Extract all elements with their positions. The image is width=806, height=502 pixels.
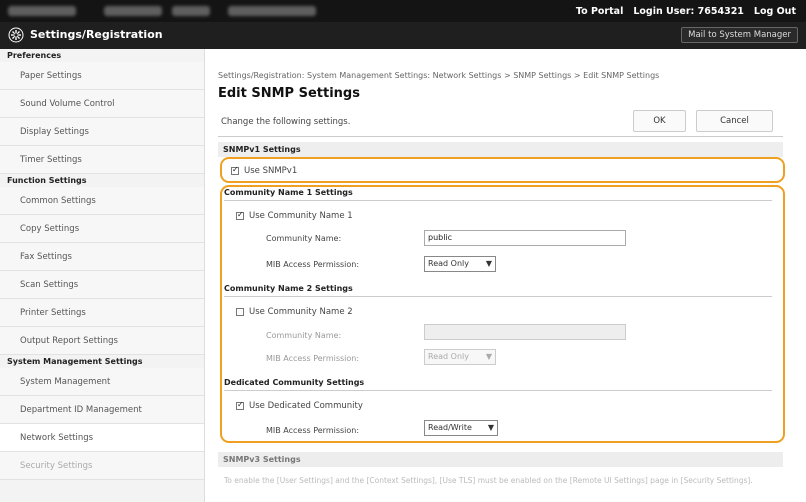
to-portal-link[interactable]: To Portal: [576, 6, 623, 17]
redacted-device-info: [228, 6, 316, 16]
snmpv3-section-header: SNMPv3 Settings: [218, 452, 783, 467]
divider: [218, 136, 783, 137]
sidebar-item-display-settings[interactable]: Display Settings: [0, 118, 204, 146]
sidebar-item-copy-settings[interactable]: Copy Settings: [0, 215, 204, 243]
ok-button[interactable]: OK: [633, 110, 686, 132]
highlight-frame-community-settings: [220, 185, 785, 443]
sidebar-header-system-management-settings: System Management Settings: [0, 355, 204, 368]
sidebar-item-fax-settings[interactable]: Fax Settings: [0, 243, 204, 271]
page-header-title: Settings/Registration: [30, 28, 163, 41]
snmpv3-note: To enable the [User Settings] and the [C…: [224, 476, 753, 485]
instructions-text: Change the following settings.: [221, 117, 351, 127]
sidebar-item-paper-settings[interactable]: Paper Settings: [0, 62, 204, 90]
sidebar-item-security-settings[interactable]: Security Settings: [0, 452, 204, 480]
highlight-frame-snmpv1: [220, 157, 785, 183]
settings-gear-icon: [8, 27, 24, 43]
sidebar-item-system-management[interactable]: System Management: [0, 368, 204, 396]
title-bar: Settings/Registration Mail to System Man…: [0, 22, 806, 49]
sidebar-item-network-settings[interactable]: Network Settings: [0, 424, 204, 452]
redacted-device-info: [104, 6, 162, 16]
sidebar-item-department-id-management[interactable]: Department ID Management: [0, 396, 204, 424]
login-user-label: Login User: 7654321: [633, 5, 744, 17]
sidebar-item-scan-settings[interactable]: Scan Settings: [0, 271, 204, 299]
logout-link[interactable]: Log Out: [754, 6, 796, 17]
redacted-device-info: [172, 6, 210, 16]
page-title: Edit SNMP Settings: [218, 86, 360, 101]
main-content: Settings/Registration: System Management…: [206, 49, 806, 502]
sidebar-header-preferences: Preferences: [0, 49, 204, 62]
breadcrumb: Settings/Registration: System Management…: [218, 71, 660, 80]
mail-to-system-manager-button[interactable]: Mail to System Manager: [681, 27, 798, 43]
top-bar: To Portal Login User: 7654321 Log Out: [0, 0, 806, 22]
sidebar-item-common-settings[interactable]: Common Settings: [0, 187, 204, 215]
sidebar-item-printer-settings[interactable]: Printer Settings: [0, 299, 204, 327]
sidebar-item-sound-volume-control[interactable]: Sound Volume Control: [0, 90, 204, 118]
sidebar: Preferences Paper Settings Sound Volume …: [0, 49, 205, 502]
sidebar-item-output-report-settings[interactable]: Output Report Settings: [0, 327, 204, 355]
sidebar-item-timer-settings[interactable]: Timer Settings: [0, 146, 204, 174]
sidebar-header-function-settings: Function Settings: [0, 174, 204, 187]
cancel-button[interactable]: Cancel: [696, 110, 773, 132]
snmpv1-section-header: SNMPv1 Settings: [218, 142, 783, 157]
redacted-device-name: [8, 6, 76, 16]
